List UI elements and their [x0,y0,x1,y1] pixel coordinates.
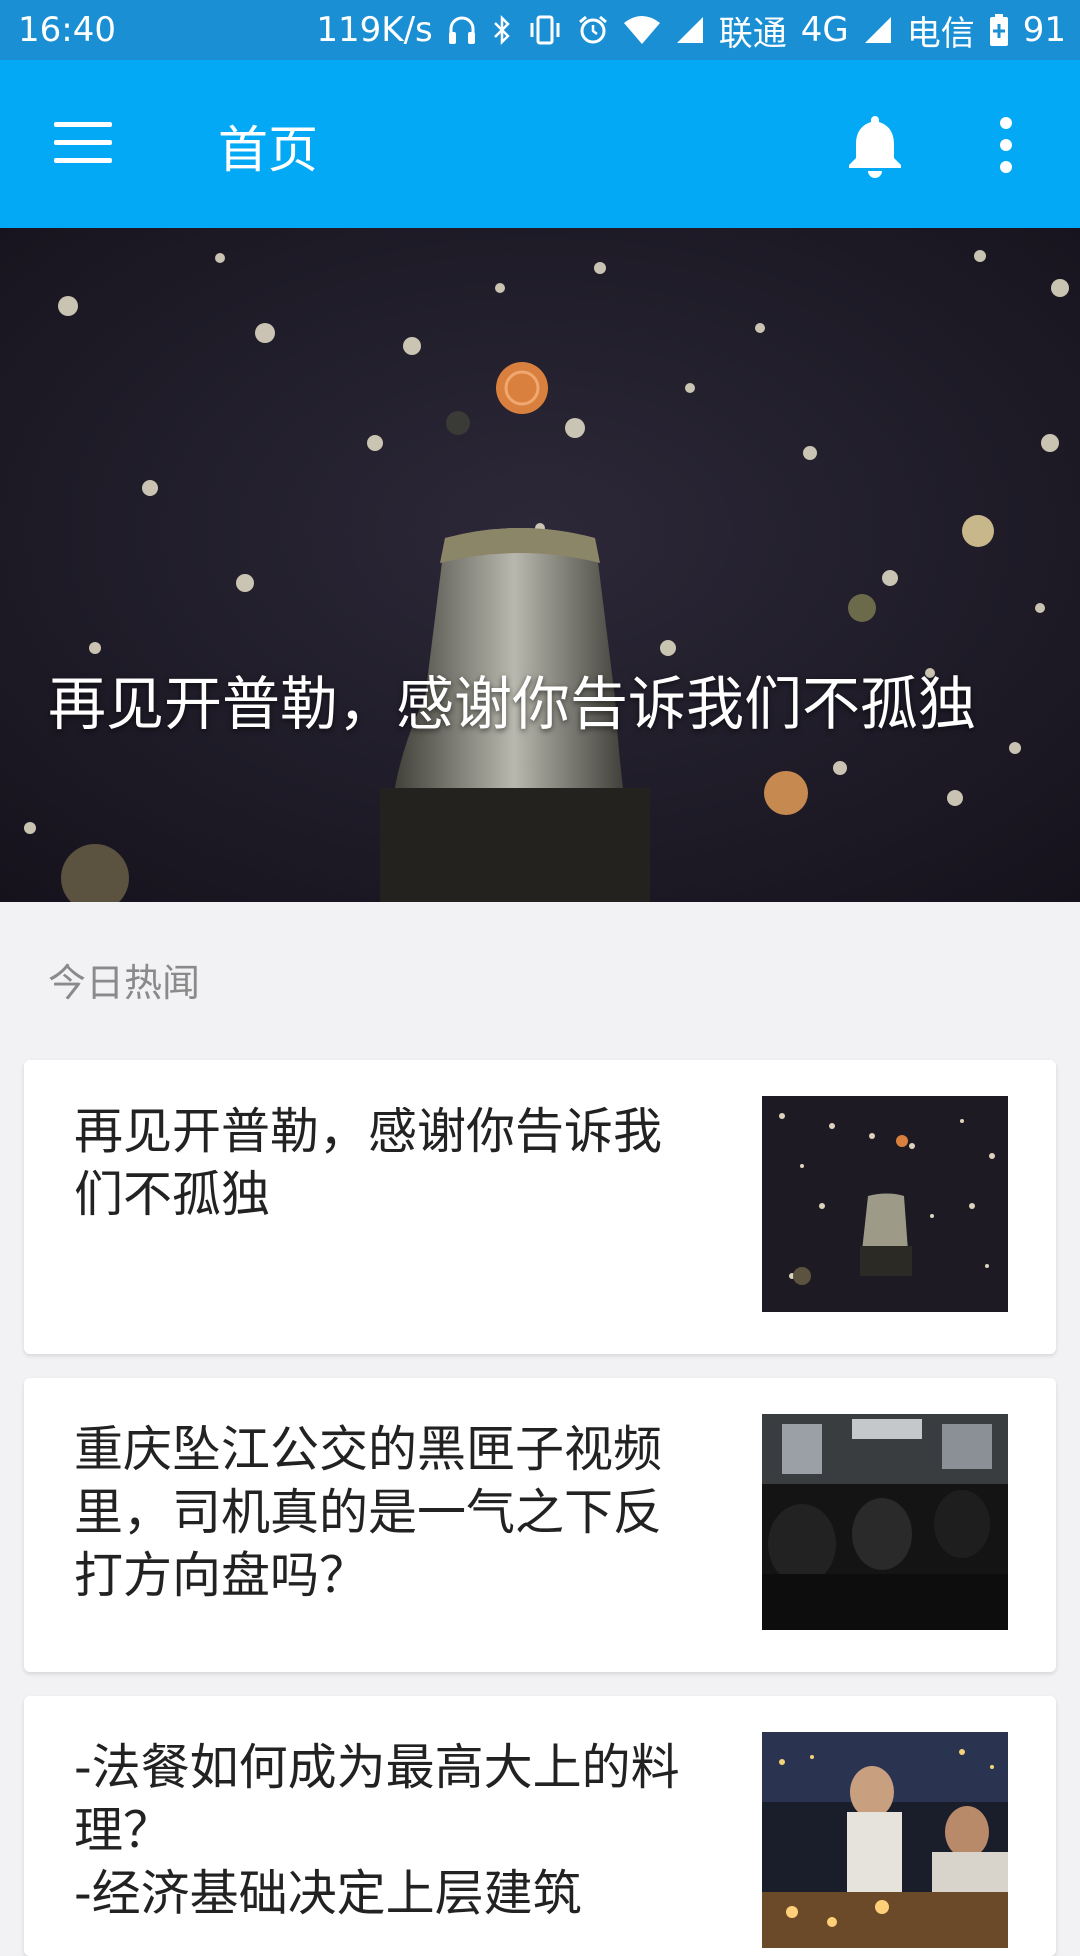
bluetooth-icon [493,14,510,46]
carrier-1: 联通 [718,13,787,54]
carrier-2: 电信 [906,13,975,54]
more-vert-icon[interactable] [998,117,1014,173]
story-thumbnail [762,1414,1008,1630]
alarm-icon [578,15,607,44]
section-title: 今日热闻 [48,961,201,1005]
app-bar: 首页 [0,60,1080,228]
page-title: 首页 [218,121,318,179]
battery-icon [989,14,1008,46]
battery-level: 91 [1022,10,1066,50]
signal-icon [676,17,703,43]
network-speed: 119K/s [316,10,433,50]
status-bar: 16:40 119K/s 联通 4G 电信 91 [0,0,1080,60]
headphones-icon [448,16,475,44]
story-title: 再见开普勒，感谢你告诉我 们不孤独 [74,1103,663,1223]
story-card[interactable]: 再见开普勒，感谢你告诉我 们不孤独 [24,1060,1056,1354]
story-card[interactable]: 重庆坠江公交的黑匣子视频 里，司机真的是一气之下反 打方向盘吗？ [24,1378,1056,1672]
story-title: -法餐如何成为最高大上的料 理？ -经济基础决定上层建筑 [74,1739,680,1922]
status-time: 16:40 [18,10,116,50]
wifi-icon [623,16,660,44]
story-thumbnail [762,1732,1008,1948]
banner-carousel[interactable]: 再见开普勒，感谢你告诉我们不孤独 [0,228,1080,902]
story-thumbnail [762,1096,1008,1312]
story-card[interactable]: -法餐如何成为最高大上的料 理？ -经济基础决定上层建筑 [24,1696,1056,1956]
banner-image [0,228,1080,902]
status-icons: 119K/s 联通 4G 电信 91 [316,8,1066,54]
story-title: 重庆坠江公交的黑匣子视频 里，司机真的是一气之下反 打方向盘吗？ [74,1421,663,1604]
network-type: 4G [800,10,849,50]
bell-icon[interactable] [845,112,905,178]
vibrate-icon [530,15,560,45]
signal-icon [864,17,891,43]
menu-icon[interactable] [54,122,112,163]
banner-title: 再见开普勒，感谢你告诉我们不孤独 [48,670,977,738]
